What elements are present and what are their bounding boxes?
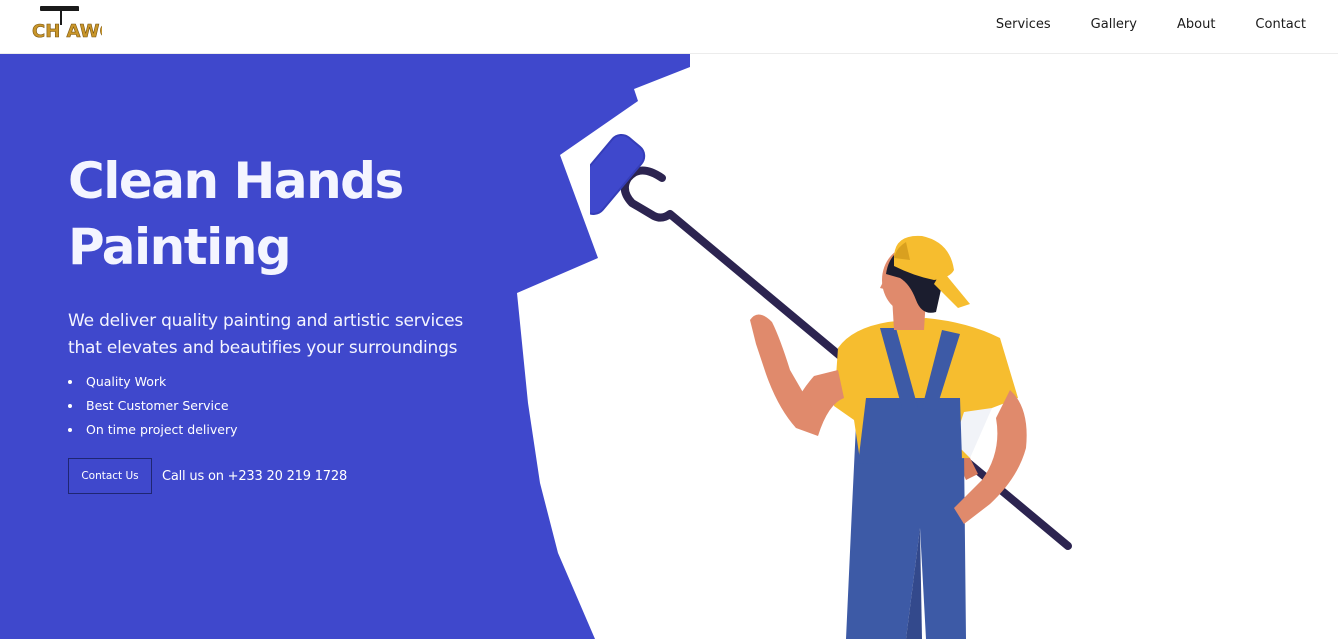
call-us-text: Call us on +233 20 219 1728 — [162, 468, 348, 484]
bullet-icon — [68, 404, 72, 408]
feature-list: Quality Work Best Customer Service On ti… — [68, 370, 488, 442]
hero-subtitle-line1: We deliver quality painting and artistic… — [68, 311, 464, 331]
hero-title-line1: Clean Hands — [68, 152, 404, 210]
nav-gallery[interactable]: Gallery — [1091, 17, 1137, 32]
logo-icon[interactable]: CH AWC — [30, 4, 102, 44]
feature-item: Best Customer Service — [68, 394, 488, 418]
hero-title: Clean Hands Painting — [68, 148, 488, 280]
page: CH AWC Services Gallery About Contact Cl… — [0, 0, 1338, 639]
hero-title-line2: Painting — [68, 218, 292, 276]
main-nav: Services Gallery About Contact — [996, 0, 1306, 48]
hero-content: Clean Hands Painting We deliver quality … — [68, 148, 488, 494]
hero-subtitle-line2: that elevates and beautifies your surrou… — [68, 338, 458, 358]
nav-services[interactable]: Services — [996, 17, 1051, 32]
hero-subtitle: We deliver quality painting and artistic… — [68, 308, 488, 362]
bullet-icon — [68, 428, 72, 432]
nav-contact[interactable]: Contact — [1255, 17, 1306, 32]
feature-item: On time project delivery — [68, 418, 488, 442]
bullet-icon — [68, 380, 72, 384]
site-header: CH AWC Services Gallery About Contact — [0, 0, 1338, 54]
feature-item: Quality Work — [68, 370, 488, 394]
painter-illustration — [590, 133, 1072, 639]
nav-about[interactable]: About — [1177, 17, 1215, 32]
svg-text:CH AWC: CH AWC — [32, 21, 102, 42]
contact-us-button[interactable]: Contact Us — [68, 458, 152, 494]
hero-section: Clean Hands Painting We deliver quality … — [0, 53, 1338, 639]
cta-row: Contact Us Call us on +233 20 219 1728 — [68, 458, 488, 494]
